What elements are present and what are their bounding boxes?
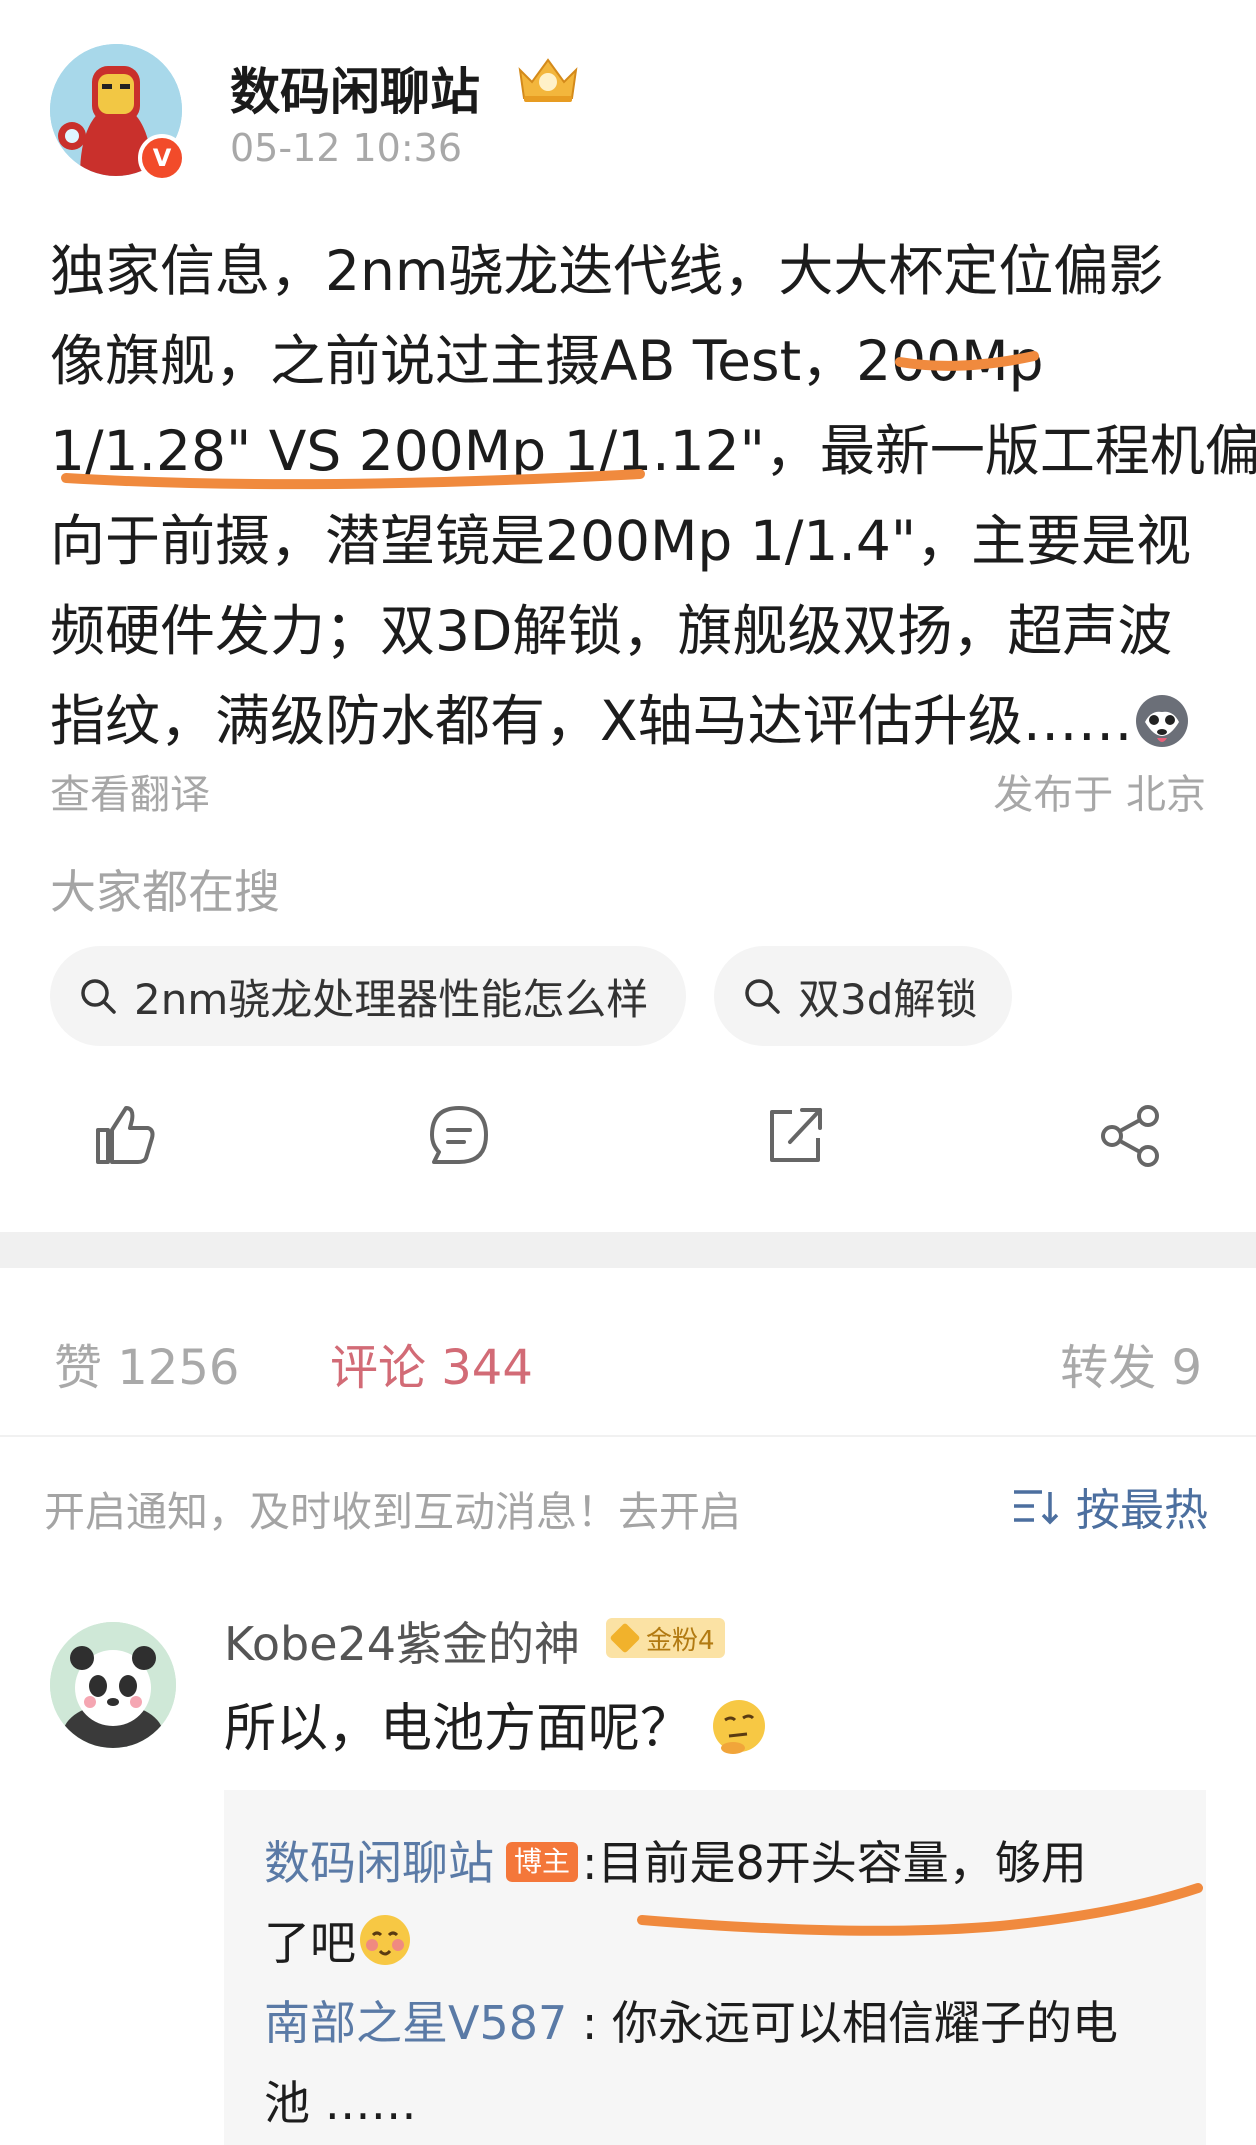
reply-line: 池 …… <box>264 2064 417 2142</box>
post-line: 独家信息，2nm骁龙迭代线，大大杯定位偏影 <box>50 239 1164 303</box>
tab-comments[interactable]: 评论 344 <box>330 1328 533 1398</box>
reply-separator: : <box>582 1836 598 1890</box>
author-name[interactable]: 数码闲聊站 <box>230 52 480 124</box>
sort-button[interactable]: 按最热 <box>1012 1474 1208 1538</box>
author-badge: 博主 <box>506 1842 579 1882</box>
search-chip[interactable]: 双3d解锁 <box>714 946 1012 1046</box>
verified-badge: V <box>138 134 186 182</box>
search-heading: 大家都在搜 <box>50 865 280 919</box>
post-time: 05-12 10:36 <box>230 126 463 170</box>
gem-icon <box>609 1622 641 1654</box>
post-line: 像旗舰，之前说过主摄AB Test，200Mp <box>50 329 1044 393</box>
search-icon <box>81 979 116 1014</box>
reply-line[interactable]: 数码闲聊站 博主:目前是8开头容量，够用 <box>264 1824 1087 1902</box>
search-chip[interactable]: 2nm骁龙处理器性能怎么样 <box>50 946 686 1046</box>
thumbs-up-icon[interactable] <box>90 1100 160 1170</box>
reply-text: 你永远可以相信耀子的电 <box>612 1996 1119 2050</box>
tab-likes[interactable]: 赞 1256 <box>54 1328 239 1398</box>
thinking-emoji-icon <box>709 1696 769 1769</box>
action-bar <box>0 1100 1256 1180</box>
reply-author[interactable]: 数码闲聊站 <box>264 1836 494 1890</box>
reply-text: 目前是8开头容量，够用 <box>597 1836 1087 1890</box>
tab-reposts[interactable]: 转发 9 <box>1060 1328 1202 1398</box>
post-line: 频硬件发力；双3D解锁，旗舰级双扬，超声波 <box>50 599 1173 663</box>
crown-icon <box>514 52 582 106</box>
fan-badge: 金粉4 <box>606 1618 725 1658</box>
post-line-last: 指纹，满级防水都有，X轴马达评估升级…… <box>50 676 1220 766</box>
comment-icon[interactable] <box>424 1100 494 1170</box>
commenter-avatar[interactable] <box>50 1622 176 1748</box>
reply-line: 了吧 <box>264 1904 414 1992</box>
stats-divider <box>0 1435 1256 1437</box>
reply-text: 池 …… <box>264 2076 417 2130</box>
translate-link[interactable]: 查看翻译 <box>50 762 210 820</box>
comment-body: 所以，电池方面呢？ <box>224 1699 693 1759</box>
blush-emoji-icon <box>356 1911 414 1992</box>
reply-author[interactable]: 南部之星V587 <box>264 1996 567 2050</box>
search-chip-label: 2nm骁龙处理器性能怎么样 <box>134 974 649 1024</box>
comment-text: 所以，电池方面呢？ <box>224 1686 769 1769</box>
post-line: 1/1.28" VS 200Mp 1/1.12"，最新一版工程机偏 <box>50 419 1256 483</box>
search-chip-label: 双3d解锁 <box>798 974 978 1024</box>
reply-separator: : <box>567 1996 613 2050</box>
commenter-name[interactable]: Kobe24紫金的神 <box>224 1608 580 1674</box>
search-icon <box>745 979 780 1014</box>
sort-label: 按最热 <box>1076 1485 1208 1536</box>
repost-icon[interactable] <box>760 1100 830 1170</box>
section-divider <box>0 1232 1256 1268</box>
post-line: 向于前摄，潜望镜是200Mp 1/1.4"，主要是视 <box>50 509 1192 573</box>
fan-badge-label: 金粉4 <box>646 1625 715 1656</box>
reply-text: 了吧 <box>264 1916 356 1970</box>
notification-prompt[interactable]: 开启通知，及时收到互动消息！去开启 <box>44 1478 741 1538</box>
sort-icon <box>1014 1490 1059 1525</box>
reply-line[interactable]: 南部之星V587 : 你永远可以相信耀子的电 <box>264 1984 1118 2062</box>
post-text: 独家信息，2nm骁龙迭代线，大大杯定位偏影 像旗舰，之前说过主摄AB Test，… <box>50 226 1256 766</box>
share-icon[interactable] <box>1096 1100 1166 1170</box>
post-location: 发布于 北京 <box>993 772 1206 818</box>
post-line: 指纹，满级防水都有，X轴马达评估升级…… <box>50 689 1133 753</box>
